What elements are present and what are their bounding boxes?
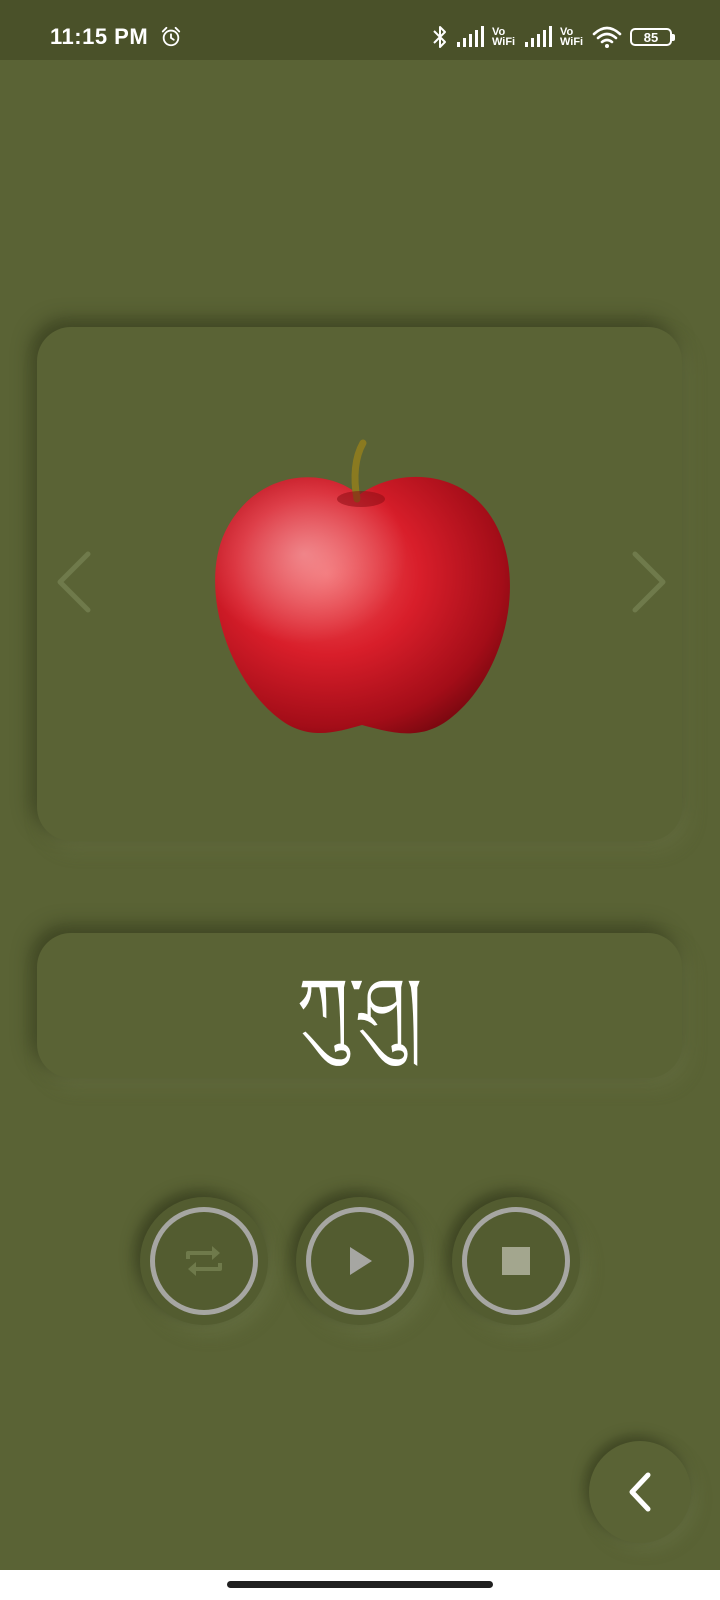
status-bar: 11:15 PM Vo WiFi Vo WiFi 85 [0,0,720,60]
system-navigation-bar [0,1570,720,1600]
repeat-button-ring [150,1207,258,1315]
stop-button[interactable] [452,1197,580,1325]
status-icons: Vo WiFi Vo WiFi 85 [432,22,675,52]
word-card: ཀུ་ཤུ། [37,933,682,1078]
alarm-clock-icon [161,26,181,47]
chevron-right-icon [632,551,666,613]
previous-button[interactable] [49,547,99,617]
play-button[interactable] [296,1197,424,1325]
play-button-ring [306,1207,414,1315]
battery-indicator: 85 [630,28,675,46]
stop-button-ring [462,1207,570,1315]
cell-signal-icon-2 [525,26,552,47]
red-apple-image [215,439,510,734]
vo-wifi-label-2: Vo WiFi [560,27,584,48]
cell-signal-icon [457,26,484,47]
chevron-left-icon [57,551,91,613]
repeat-icon [186,1246,222,1276]
vo-wifi-label: Vo WiFi [492,27,516,48]
back-button[interactable] [589,1441,691,1543]
repeat-button[interactable] [140,1197,268,1325]
flashcard-image-card [37,327,682,841]
stop-icon [502,1247,530,1275]
word-text: ཀུ་ཤུ། [296,962,423,1049]
home-indicator[interactable] [227,1581,493,1588]
bluetooth-icon [433,26,446,48]
back-arrow-icon [629,1472,651,1512]
play-icon [350,1247,372,1275]
next-button[interactable] [624,547,674,617]
flashcard-screen: 11:15 PM Vo WiFi Vo WiFi 85 ཀུ་ཤུ། [0,0,720,1600]
wifi-label-2: WiFi [560,36,584,48]
wifi-icon [592,26,622,48]
status-time: 11:15 PM [50,24,149,49]
wifi-label: WiFi [492,36,516,48]
